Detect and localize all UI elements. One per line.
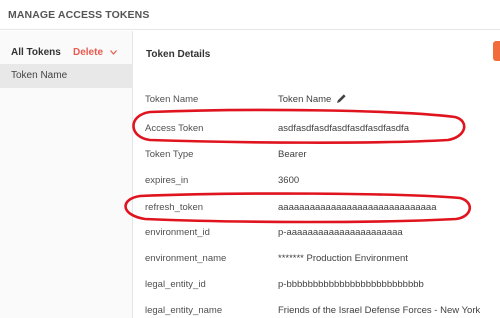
detail-value: aaaaaaaaaaaaaaaaaaaaaaaaaaaaaa	[278, 202, 437, 213]
detail-value: asdfasdfasdfasdfasdfasdfasdfa	[278, 123, 409, 134]
section-title: Token Details	[146, 49, 211, 60]
page-title: MANAGE ACCESS TOKENS	[8, 9, 150, 21]
detail-value: 3600	[278, 175, 300, 186]
detail-value: p-aaaaaaaaaaaaaaaaaaaaaa	[278, 227, 403, 238]
detail-row-legal-entity-name: legal_entity_name Friends of the Israel …	[134, 301, 500, 318]
detail-key: legal_entity_id	[145, 279, 206, 290]
sidebar-toolbar: All Tokens Delete	[0, 31, 133, 64]
token-details-panel: Token Details Token Name Token Name Acce…	[134, 31, 500, 318]
all-tokens-label: All Tokens	[11, 47, 61, 58]
detail-row-legal-entity-id: legal_entity_id p-bbbbbbbbbbbbbbbbbbbbbb…	[134, 275, 500, 295]
detail-key: Access Token	[145, 123, 204, 134]
detail-value: Friends of the Israel Defense Forces - N…	[278, 305, 481, 316]
app-header: MANAGE ACCESS TOKENS	[0, 0, 500, 30]
detail-key: Token Type	[145, 149, 194, 160]
sidebar-item-token[interactable]: Token Name	[0, 64, 133, 88]
detail-row-refresh-token: refresh_token aaaaaaaaaaaaaaaaaaaaaaaaaa…	[134, 198, 500, 218]
detail-key: environment_name	[145, 253, 227, 264]
detail-value: ******* Production Environment	[278, 253, 408, 264]
detail-row-environment-name: environment_name ******* Production Envi…	[134, 249, 500, 269]
detail-value: p-bbbbbbbbbbbbbbbbbbbbbbbbbb	[278, 279, 424, 290]
sidebar-item-label: Token Name	[11, 70, 68, 81]
detail-key: expires_in	[145, 175, 189, 186]
pencil-icon[interactable]	[336, 93, 347, 104]
detail-value: Token Name	[278, 94, 332, 105]
detail-row-environment-id: environment_id p-aaaaaaaaaaaaaaaaaaaaaa	[134, 223, 500, 243]
detail-key: refresh_token	[145, 202, 204, 213]
chevron-down-icon[interactable]	[110, 50, 117, 55]
detail-row-token-type: Token Type Bearer	[134, 145, 500, 165]
detail-row-access-token: Access Token asdfasdfasdfasdfasdfasdfasd…	[134, 119, 500, 139]
detail-key: environment_id	[145, 227, 210, 238]
detail-row-expires-in: expires_in 3600	[134, 171, 500, 191]
detail-row-token-name: Token Name Token Name	[134, 90, 500, 110]
detail-value: Bearer	[278, 149, 307, 160]
detail-key: legal_entity_name	[145, 305, 223, 316]
sidebar: All Tokens Delete Token Name	[0, 31, 133, 318]
detail-key: Token Name	[145, 94, 199, 105]
delete-button[interactable]: Delete	[73, 47, 103, 58]
